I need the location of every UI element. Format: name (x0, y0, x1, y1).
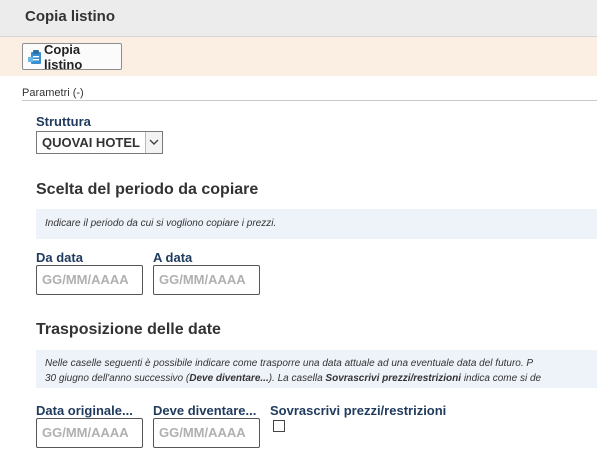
period-section-title: Scelta del periodo da copiare (36, 181, 259, 198)
struttura-select[interactable]: QUOVAI HOTEL (36, 131, 163, 154)
transpose-info-line-2: 30 giugno dell'anno successivo (Deve div… (45, 373, 542, 384)
overwrite-label: Sovrascrivi prezzi/restrizioni (270, 403, 447, 418)
toolbar: Copia listino (0, 37, 597, 76)
from-date-input[interactable]: GG/MM/AAAA (36, 265, 143, 295)
period-info-box: Indicare il periodo da cui si vogliono c… (36, 209, 597, 239)
overwrite-checkbox[interactable] (273, 420, 285, 432)
struttura-label: Struttura (36, 114, 91, 129)
params-toggle[interactable]: Parametri (-) (22, 87, 84, 99)
transpose-section-title: Trasposizione delle date (36, 321, 221, 338)
window-title: Copia listino (25, 8, 115, 25)
struttura-selected-value: QUOVAI HOTEL (42, 135, 140, 150)
params-divider (22, 100, 597, 101)
copy-listino-button-label: Copia listino (44, 41, 83, 72)
transpose-info-line-1: Nelle caselle seguenti è possibile indic… (45, 358, 534, 369)
copy-listino-button[interactable]: Copia listino (22, 41, 122, 72)
period-info-text: Indicare il periodo da cui si vogliono c… (45, 218, 277, 229)
original-date-label: Data originale... (36, 403, 133, 418)
title-bar: Copia listino (0, 0, 597, 37)
to-date-input[interactable]: GG/MM/AAAA (153, 265, 260, 295)
clipboard-icon (28, 49, 42, 65)
chevron-down-icon (145, 132, 162, 153)
to-date-label: A data (153, 250, 193, 265)
from-date-label: Da data (36, 250, 83, 265)
become-date-input[interactable]: GG/MM/AAAA (153, 418, 260, 448)
become-date-label: Deve diventare... (153, 403, 257, 418)
transpose-info-box: Nelle caselle seguenti è possibile indic… (36, 350, 597, 388)
original-date-input[interactable]: GG/MM/AAAA (36, 418, 143, 448)
